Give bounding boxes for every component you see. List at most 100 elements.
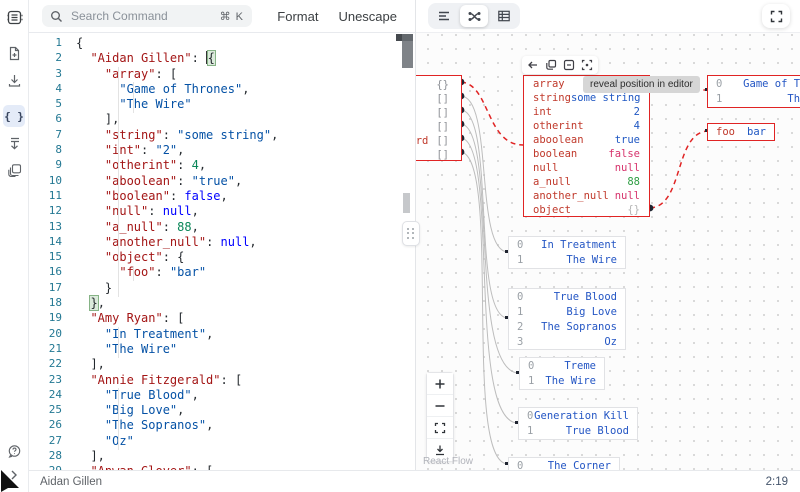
line-content: "aboolean": "true", [76, 174, 415, 189]
code-line[interactable]: 12 "null": null, [28, 204, 415, 219]
help-icon[interactable] [3, 440, 25, 462]
code-line[interactable]: 14 "another_null": null, [28, 235, 415, 250]
array-child-node[interactable]: 0Game of Thrones1The Wire [707, 75, 800, 108]
code-line[interactable]: 5 "The Wire" [28, 97, 415, 112]
panel-resize-handle[interactable] [402, 221, 420, 246]
code-line[interactable]: 23 "Annie Fitzgerald": [ [28, 373, 415, 388]
code-line[interactable]: 17 } [28, 281, 415, 296]
code-token [76, 143, 105, 157]
line-content: "otherint": 4, [76, 158, 415, 173]
json-editor[interactable]: 1{2 "Aidan Gillen": {3 "array": [4 "Game… [28, 32, 415, 470]
array-node-amy[interactable]: 0In Treatment1The Wire [508, 236, 626, 269]
search-command-box[interactable]: ⌘ K [42, 5, 252, 27]
code-token: 4 [192, 158, 199, 172]
line-content: "boolean": false, [76, 189, 415, 204]
code-token: "a_null" [105, 220, 163, 234]
code-token: "otherint" [105, 158, 177, 172]
code-line[interactable]: 1{ [28, 36, 415, 51]
code-token: : [206, 235, 220, 249]
back-icon[interactable] [527, 59, 539, 71]
search-shortcut: ⌘ K [220, 10, 244, 23]
app-logo[interactable] [3, 6, 25, 28]
node-value: Generation Kill [533, 409, 629, 424]
code-line[interactable]: 11 "boolean": false, [28, 189, 415, 204]
code-token: "array" [105, 67, 156, 81]
code-line[interactable]: 26 "The Sopranos", [28, 418, 415, 433]
code-line[interactable]: 19 "Amy Ryan": [ [28, 311, 415, 326]
line-number: 21 [28, 342, 76, 357]
zoom-out-icon[interactable] [427, 395, 453, 417]
code-line[interactable]: 6 ], [28, 112, 415, 127]
fullscreen-icon[interactable] [762, 4, 790, 28]
panel-divider [415, 0, 416, 492]
code-line[interactable]: 24 "True Blood", [28, 388, 415, 403]
code-token: "bar" [170, 265, 206, 279]
node-row: nullnull [524, 161, 649, 175]
code-token [76, 388, 105, 402]
copies-icon[interactable] [3, 159, 25, 181]
node-value: Game of Thrones [722, 77, 800, 92]
line-number: 18 [28, 296, 76, 311]
json-braces-icon[interactable]: { } [3, 105, 25, 127]
collapse-node-icon[interactable] [563, 59, 575, 71]
search-input[interactable] [69, 8, 220, 24]
code-line[interactable]: 25 "Big Love", [28, 403, 415, 418]
selected-object-node[interactable]: arraystringsome stringint2otherint4abool… [523, 75, 650, 217]
format-button[interactable]: Format [277, 9, 318, 24]
new-file-icon[interactable] [3, 42, 25, 64]
code-token: "another_null" [105, 235, 206, 249]
line-content: { [76, 36, 415, 51]
editor-topbar: ⌘ K Format Unescape [28, 0, 415, 33]
flow-view-icon[interactable] [460, 5, 488, 27]
array-node-annie[interactable]: 0True Blood1Big Love2The Sopranos3Oz [508, 288, 626, 350]
code-line[interactable]: 10 "aboolean": "true", [28, 174, 415, 189]
code-line[interactable]: 22 ], [28, 357, 415, 372]
code-line[interactable]: 16 "foo": "bar" [28, 265, 415, 280]
transform-icon[interactable] [3, 132, 25, 154]
code-line[interactable]: 7 "string": "some string", [28, 128, 415, 143]
line-number: 3 [28, 67, 76, 82]
code-line[interactable]: 21 "The Wire" [28, 342, 415, 357]
node-key: array [533, 77, 565, 91]
code-line[interactable]: 2 "Aidan Gillen": { [28, 51, 415, 66]
code-line[interactable]: 3 "array": [ [28, 67, 415, 82]
array-node-alice[interactable]: 0The Corner [508, 457, 620, 470]
code-line[interactable]: 8 "int": "2", [28, 143, 415, 158]
code-token: "true" [192, 174, 235, 188]
download-icon[interactable] [3, 69, 25, 91]
zoom-in-icon[interactable] [427, 373, 453, 395]
code-line[interactable]: 13 "a_null": 88, [28, 220, 415, 235]
table-view-icon[interactable] [490, 5, 518, 27]
code-line[interactable]: 4 "Game of Thrones", [28, 82, 415, 97]
code-line[interactable]: 9 "otherint": 4, [28, 158, 415, 173]
code-line[interactable]: 15 "object": { [28, 250, 415, 265]
code-line[interactable]: 18 }, [28, 296, 415, 311]
fit-view-icon[interactable] [427, 417, 453, 439]
code-token: : [155, 265, 169, 279]
graph-panel[interactable]: {}[][][]rd[][] arraystringsome stringint… [416, 0, 800, 470]
copy-node-icon[interactable] [545, 59, 557, 71]
code-token [76, 342, 105, 356]
code-token: , [235, 174, 242, 188]
foo-bar-node[interactable]: foobar [707, 123, 775, 141]
code-token [76, 296, 90, 310]
root-node[interactable]: {}[][][]rd[][] [416, 75, 462, 161]
code-line[interactable]: 27 "Oz" [28, 434, 415, 449]
node-row: stringsome string [524, 91, 649, 105]
breadcrumb[interactable]: Aidan Gillen [40, 476, 102, 488]
code-token: : [163, 128, 177, 142]
node-value: [] [436, 106, 449, 120]
array-node-anwan[interactable]: 0Treme1The Wire [519, 357, 605, 390]
canvas-controls [426, 372, 454, 462]
editor-scrollbar[interactable] [402, 34, 413, 68]
focus-node-icon[interactable] [581, 59, 593, 71]
code-token: : [177, 158, 191, 172]
array-node-alex[interactable]: 0Generation Kill1True Blood [518, 407, 638, 440]
code-line[interactable]: 28 ], [28, 449, 415, 464]
unescape-button[interactable]: Unescape [338, 9, 397, 24]
node-value: True Blood [523, 290, 617, 305]
code-token: , [192, 388, 199, 402]
list-view-icon[interactable] [430, 5, 458, 27]
line-number: 6 [28, 112, 76, 127]
code-line[interactable]: 20 "In Treatment", [28, 327, 415, 342]
